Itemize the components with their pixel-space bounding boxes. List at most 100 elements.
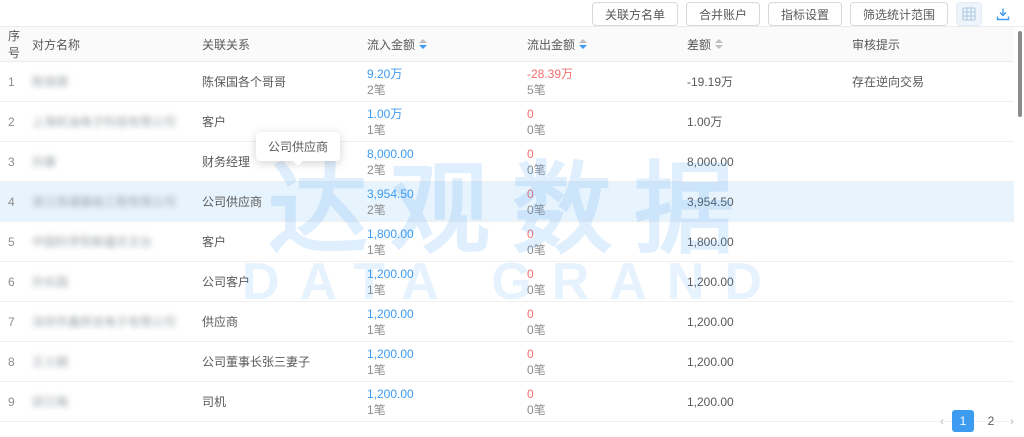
table-header-row: 序号 对方名称 关联关系 流入金额 流出金额 差额 审核提 [0, 27, 1014, 62]
counterparty-name: 中国科学院新疆天文台 [28, 222, 198, 262]
diff-cell: 3,954.50 [683, 182, 848, 222]
outflow-cell: 0 0笔 [523, 222, 683, 262]
filter-statistics-range-button[interactable]: 筛选统计范围 [850, 2, 948, 26]
download-icon[interactable] [990, 2, 1016, 26]
diff-cell: 1,200.00 [683, 342, 848, 382]
outflow-count: 0笔 [527, 162, 679, 178]
header-counterparty-name: 对方名称 [28, 27, 198, 62]
outflow-cell: 0 0笔 [523, 382, 683, 422]
outflow-count: 0笔 [527, 402, 679, 418]
relation-tooltip: 公司供应商 [256, 132, 340, 161]
outflow-amount: -28.39万 [527, 66, 679, 82]
inflow-count: 1笔 [367, 242, 519, 258]
inflow-count: 1笔 [367, 362, 519, 378]
diff-cell: 1,200.00 [683, 302, 848, 342]
prev-page-icon[interactable]: ‹ [938, 414, 946, 428]
relation-cell: 公司客户 [198, 262, 363, 302]
sort-icons-diff[interactable] [715, 39, 723, 49]
row-number: 5 [0, 222, 28, 262]
outflow-count: 0笔 [527, 322, 679, 338]
table-row[interactable]: 2 上海机油电子科技有限公司 客户 1.00万 1笔 0 0笔 1.00万 [0, 102, 1014, 142]
row-number: 9 [0, 382, 28, 422]
inflow-amount: 1,200.00 [367, 386, 519, 402]
table-row[interactable]: 9 邱兰梅 司机 1,200.00 1笔 0 0笔 1,200.00 [0, 382, 1014, 422]
row-number: 1 [0, 62, 28, 102]
inflow-amount: 1,800.00 [367, 226, 519, 242]
table-row[interactable]: 3 孙康 财务经理 8,000.00 2笔 0 0笔 8,000.00 [0, 142, 1014, 182]
outflow-cell: 0 0笔 [523, 102, 683, 142]
header-no: 序号 [0, 27, 28, 62]
audit-hint-cell [848, 302, 1014, 342]
outflow-count: 5笔 [527, 82, 679, 98]
relation-cell: 公司供应商 [198, 182, 363, 222]
inflow-amount: 3,954.50 [367, 186, 519, 202]
inflow-cell: 1,200.00 1笔 [363, 262, 523, 302]
header-outflow[interactable]: 流出金额 [523, 27, 683, 62]
table-row[interactable]: 7 深圳市鑫桥龙电子有限公司 供应商 1,200.00 1笔 0 0笔 1,20… [0, 302, 1014, 342]
outflow-amount: 0 [527, 146, 679, 162]
relation-cell: 公司董事长张三妻子 [198, 342, 363, 382]
table-row[interactable]: 6 孙长园 公司客户 1,200.00 1笔 0 0笔 1,200.00 [0, 262, 1014, 302]
related-party-list-button[interactable]: 关联方名单 [592, 2, 678, 26]
header-diff[interactable]: 差额 [683, 27, 848, 62]
inflow-count: 1笔 [367, 282, 519, 298]
outflow-amount: 0 [527, 266, 679, 282]
table-row[interactable]: 8 王义娟 公司董事长张三妻子 1,200.00 1笔 0 0笔 1,200.0… [0, 342, 1014, 382]
merge-account-button[interactable]: 合并账户 [686, 2, 760, 26]
counterparty-name: 浙江恒通基础工程有限公司 [28, 182, 198, 222]
next-page-icon[interactable]: › [1008, 414, 1016, 428]
counterparty-name: 王义娟 [28, 342, 198, 382]
inflow-amount: 1,200.00 [367, 306, 519, 322]
diff-cell: 1,200.00 [683, 262, 848, 302]
inflow-count: 2笔 [367, 162, 519, 178]
table-row[interactable]: 1 陈保德 陈保国各个哥哥 9.20万 2笔 -28.39万 5笔 -19.19… [0, 62, 1014, 102]
outflow-amount: 0 [527, 226, 679, 242]
row-number: 6 [0, 262, 28, 302]
outflow-cell: 0 0笔 [523, 182, 683, 222]
relation-cell: 客户 [198, 222, 363, 262]
row-number: 8 [0, 342, 28, 382]
row-number: 2 [0, 102, 28, 142]
sort-icons-inflow[interactable] [419, 39, 427, 49]
scrollbar-thumb[interactable] [1018, 31, 1022, 117]
inflow-amount: 1,200.00 [367, 266, 519, 282]
table-row[interactable]: 4 浙江恒通基础工程有限公司 公司供应商 3,954.50 2笔 0 0笔 3,… [0, 182, 1014, 222]
inflow-count: 1笔 [367, 402, 519, 418]
inflow-cell: 1,800.00 1笔 [363, 222, 523, 262]
inflow-cell: 9.20万 2笔 [363, 62, 523, 102]
sort-icons-outflow[interactable] [579, 39, 587, 49]
outflow-amount: 0 [527, 106, 679, 122]
page-1[interactable]: 1 [952, 410, 974, 432]
audit-hint-cell [848, 342, 1014, 382]
toolbar: 关联方名单 合并账户 指标设置 筛选统计范围 [592, 2, 1016, 26]
outflow-amount: 0 [527, 346, 679, 362]
audit-hint-cell [848, 142, 1014, 182]
related-party-table: 序号 对方名称 关联关系 流入金额 流出金额 差额 审核提 [0, 26, 1024, 422]
outflow-cell: 0 0笔 [523, 262, 683, 302]
diff-cell: 1,200.00 [683, 382, 848, 422]
diff-cell: 8,000.00 [683, 142, 848, 182]
table-grid-icon[interactable] [956, 2, 982, 26]
page-2[interactable]: 2 [980, 410, 1002, 432]
audit-hint-cell [848, 262, 1014, 302]
row-number: 3 [0, 142, 28, 182]
header-audit-hint: 审核提示 [848, 27, 1014, 62]
outflow-cell: 0 0笔 [523, 342, 683, 382]
inflow-cell: 8,000.00 2笔 [363, 142, 523, 182]
inflow-cell: 3,954.50 2笔 [363, 182, 523, 222]
diff-cell: -19.19万 [683, 62, 848, 102]
table-row[interactable]: 5 中国科学院新疆天文台 客户 1,800.00 1笔 0 0笔 1,800.0… [0, 222, 1014, 262]
outflow-amount: 0 [527, 186, 679, 202]
outflow-count: 0笔 [527, 362, 679, 378]
inflow-amount: 9.20万 [367, 66, 519, 82]
header-outflow-label: 流出金额 [527, 36, 575, 53]
indicator-settings-button[interactable]: 指标设置 [768, 2, 842, 26]
header-inflow[interactable]: 流入金额 [363, 27, 523, 62]
counterparty-name: 深圳市鑫桥龙电子有限公司 [28, 302, 198, 342]
outflow-cell: 0 0笔 [523, 302, 683, 342]
inflow-cell: 1,200.00 1笔 [363, 342, 523, 382]
counterparty-name: 孙康 [28, 142, 198, 182]
outflow-count: 0笔 [527, 282, 679, 298]
vertical-scrollbar[interactable] [1018, 27, 1022, 405]
audit-hint-cell: 存在逆向交易 [848, 62, 1014, 102]
